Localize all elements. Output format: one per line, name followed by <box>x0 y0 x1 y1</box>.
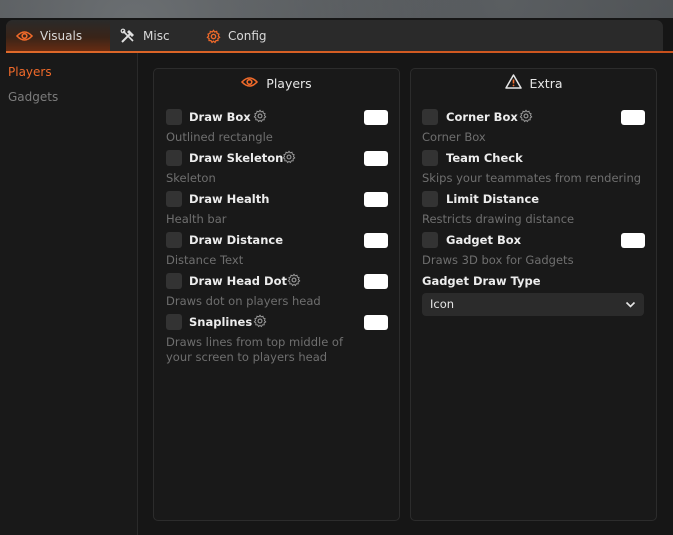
corner-box-description: Corner Box <box>422 130 486 144</box>
sidebar-item-gadgets[interactable]: Gadgets <box>8 90 58 104</box>
extra-panel: Extra Corner Box Corner Box Team Check S… <box>410 68 657 521</box>
limit-distance-description: Restricts drawing distance <box>422 212 575 226</box>
draw-distance-description: Distance Text <box>166 253 244 267</box>
menu-window: Visuals Misc Config Players Gadgets Play… <box>0 18 673 535</box>
draw-distance-label: Draw Distance <box>189 233 283 247</box>
draw-box-description: Outlined rectangle <box>166 130 273 144</box>
draw-health-label: Draw Health <box>189 192 270 206</box>
gadget-box-checkbox[interactable] <box>422 232 438 248</box>
draw-box-checkbox[interactable] <box>166 109 182 125</box>
draw-health-description: Health bar <box>166 212 227 226</box>
tab-misc[interactable]: Misc <box>110 20 192 52</box>
tab-label: Config <box>228 29 267 43</box>
tab-visuals[interactable]: Visuals <box>6 20 110 52</box>
snaplines-checkbox[interactable] <box>166 314 182 330</box>
draw-head-dot-color-swatch[interactable] <box>364 274 388 289</box>
draw-skeleton-checkbox[interactable] <box>166 150 182 166</box>
draw-skeleton-color-swatch[interactable] <box>364 151 388 166</box>
panel-title: Players <box>266 75 312 91</box>
panel-title: Extra <box>529 75 563 91</box>
draw-box-label: Draw Box <box>189 110 251 124</box>
limit-distance-checkbox[interactable] <box>422 191 438 207</box>
snaplines-color-swatch[interactable] <box>364 315 388 330</box>
draw-head-dot-checkbox[interactable] <box>166 273 182 289</box>
gadget-draw-type-label: Gadget Draw Type <box>422 274 541 288</box>
panel-header: Extra <box>411 69 656 97</box>
draw-distance-checkbox[interactable] <box>166 232 182 248</box>
snaplines-description-line2: your screen to players head <box>166 350 328 364</box>
eye-icon <box>16 30 33 42</box>
team-check-checkbox[interactable] <box>422 150 438 166</box>
sidebar: Players Gadgets <box>0 53 138 535</box>
gear-icon[interactable] <box>253 109 267 123</box>
warning-icon <box>504 74 522 92</box>
chevron-down-icon <box>625 301 636 308</box>
draw-box-color-swatch[interactable] <box>364 110 388 125</box>
sidebar-item-players[interactable]: Players <box>8 65 52 79</box>
draw-head-dot-label: Draw Head Dot <box>189 274 287 288</box>
gadget-box-label: Gadget Box <box>446 233 522 247</box>
eye-icon <box>241 76 259 91</box>
corner-box-checkbox[interactable] <box>422 109 438 125</box>
draw-health-checkbox[interactable] <box>166 191 182 207</box>
tab-label: Misc <box>143 29 170 43</box>
players-panel: Players Draw Box Outlined rectangle Draw… <box>153 68 400 521</box>
tab-label: Visuals <box>40 29 83 43</box>
tab-config[interactable]: Config <box>196 20 286 52</box>
gear-icon <box>206 28 221 44</box>
corner-box-color-swatch[interactable] <box>621 110 645 125</box>
team-check-label: Team Check <box>446 151 523 165</box>
draw-skeleton-description: Skeleton <box>166 171 216 185</box>
limit-distance-label: Limit Distance <box>446 192 540 206</box>
gadget-draw-type-select[interactable]: Icon <box>422 293 644 316</box>
gear-icon[interactable] <box>253 314 267 328</box>
gadget-box-color-swatch[interactable] <box>621 233 645 248</box>
gear-icon[interactable] <box>519 109 533 123</box>
team-check-description: Skips your teammates from rendering <box>422 171 642 185</box>
select-value: Icon <box>430 297 455 311</box>
draw-skeleton-label: Draw Skeleton <box>189 151 284 165</box>
snaplines-label: Snaplines <box>189 315 253 329</box>
corner-box-label: Corner Box <box>446 110 518 124</box>
tab-bar: Visuals Misc Config <box>6 20 663 52</box>
gear-icon[interactable] <box>287 273 301 287</box>
draw-health-color-swatch[interactable] <box>364 192 388 207</box>
draw-distance-color-swatch[interactable] <box>364 233 388 248</box>
gear-icon[interactable] <box>282 150 296 164</box>
tools-icon <box>120 28 136 44</box>
panel-header: Players <box>154 69 399 97</box>
draw-head-dot-description: Draws dot on players head <box>166 294 321 308</box>
snaplines-description-line1: Draws lines from top middle of <box>166 335 344 349</box>
gadget-box-description: Draws 3D box for Gadgets <box>422 253 574 267</box>
